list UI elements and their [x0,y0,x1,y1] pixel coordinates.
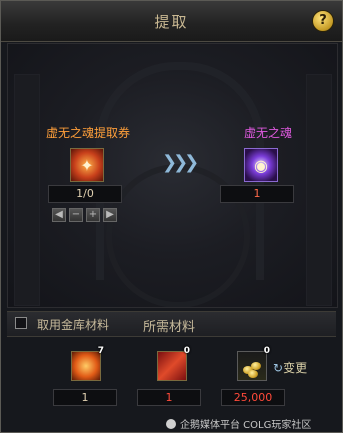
dialog-title: 提取 [154,13,189,31]
material-value: 25,000 [221,389,285,406]
material-count-badge: 0 [183,346,190,356]
target-item-name: 虚无之魂 [243,126,292,140]
extract-dialog: 提取 ? 虚无之魂提取券 ✦ ❯❯❯ 虚无之魂 ◉ 1/0 1 ◀ − + ▶ … [0,0,343,433]
background-pillar-left [14,74,40,306]
material-header: 取用金库材料 所需材料 [7,311,336,337]
gold-coin-icon [251,362,261,370]
soul-extraction-ticket-icon: ✦ [80,156,94,175]
quantity-stepper: ◀ − + ▶ [52,208,117,222]
exchange-button[interactable]: ↻变更 [273,359,307,376]
refresh-icon: ↻ [273,361,284,375]
watermark-text: 企鹅媒体平台 COLG玩家社区 [180,420,312,431]
title-bar: 提取 ? [1,1,342,42]
material-slot-gold[interactable]: 0 [237,346,270,381]
background-pillar-right [306,74,332,306]
material-slot-red-crystal[interactable]: 0 [157,346,190,381]
material-count-badge: 0 [263,346,270,356]
material-value: 1 [53,389,117,406]
exchange-label: 变更 [283,361,308,375]
required-materials-label: 所需材料 [143,320,196,335]
triple-chevron-right-icon: ❯❯❯ [162,152,199,173]
use-bank-materials-label[interactable]: 取用金库材料 [37,316,109,333]
decrease-max-button[interactable]: ◀ [52,208,66,222]
target-item-slot[interactable]: ◉ [244,148,278,182]
source-item-slot[interactable]: ✦ [70,148,104,182]
watermark: 企鹅媒体平台 COLG玩家社区 [166,416,311,431]
material-slot-fire-orb[interactable]: 7 [71,346,104,381]
target-quantity: 1 [220,185,294,203]
penguin-icon [166,419,176,429]
void-soul-icon: ◉ [254,156,268,175]
help-button[interactable]: ? [312,10,334,32]
decrease-button[interactable]: − [69,208,83,222]
use-bank-materials-checkbox[interactable] [15,317,27,329]
source-quantity[interactable]: 1/0 [48,185,122,203]
increase-button[interactable]: + [86,208,100,222]
increase-max-button[interactable]: ▶ [103,208,117,222]
source-item-name: 虚无之魂提取券 [45,126,130,140]
extract-panel: 虚无之魂提取券 ✦ ❯❯❯ 虚无之魂 ◉ 1/0 1 ◀ − + ▶ [7,43,338,308]
material-value: 1 [137,389,201,406]
gold-coin-icon [248,370,258,378]
material-count-badge: 7 [97,346,104,356]
